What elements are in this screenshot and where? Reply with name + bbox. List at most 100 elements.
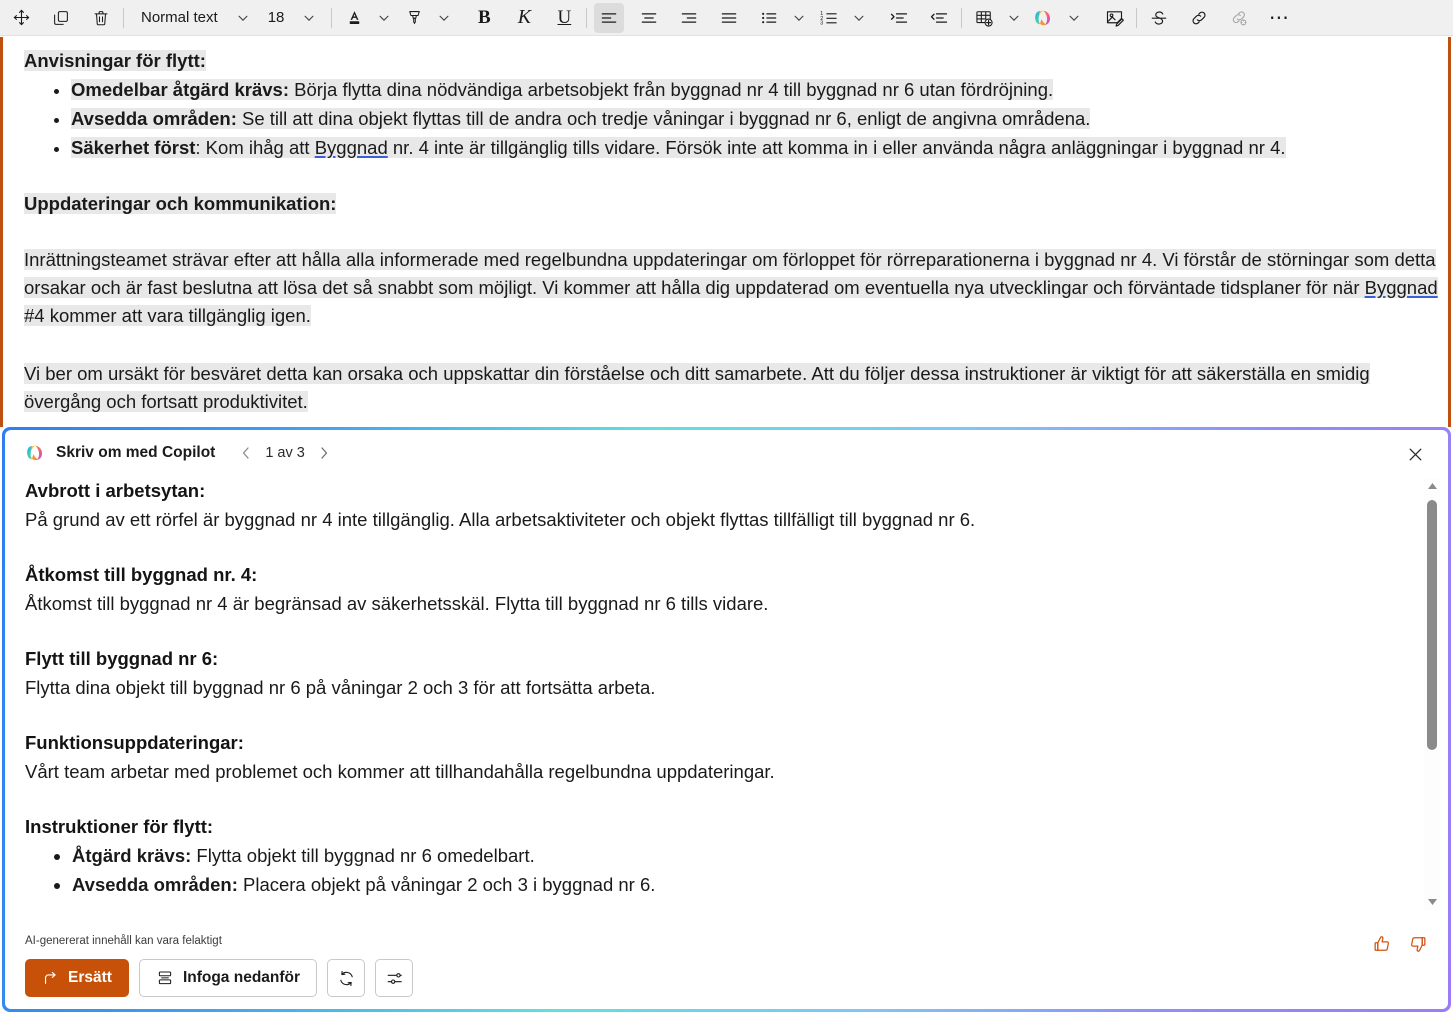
- doc-paragraph-1: Inrättningsteamet strävar efter att håll…: [24, 246, 1441, 330]
- underline-label: U: [557, 6, 572, 28]
- doc-spacer: [24, 162, 1441, 190]
- list-item-text: Börja flytta dina nödvändiga arbetsobjek…: [288, 79, 1054, 100]
- thumbs-up-icon[interactable]: [1372, 934, 1392, 954]
- doc-heading-2-text: Uppdateringar och kommunikation:: [24, 193, 337, 214]
- suggestion-block: Funktionsuppdateringar: Vårt team arbeta…: [25, 728, 1398, 786]
- close-panel-button[interactable]: [1402, 441, 1428, 467]
- next-suggestion-button[interactable]: [311, 440, 337, 466]
- font-size-dropdown[interactable]: 18: [258, 3, 295, 33]
- delete-button[interactable]: [86, 3, 116, 33]
- font-color-icon: [345, 8, 364, 27]
- move-icon: [12, 8, 31, 27]
- indent-increase-button[interactable]: [884, 3, 914, 33]
- suggestion-text: Åtkomst till byggnad nr 4 är begränsad a…: [25, 593, 769, 614]
- font-size-chevron[interactable]: [294, 3, 324, 33]
- list-item-text: : Kom ihåg att: [195, 137, 315, 158]
- suggestion-block: Åtkomst till byggnad nr. 4: Åtkomst till…: [25, 560, 1398, 618]
- highlight-button[interactable]: [399, 3, 429, 33]
- list-item: Åtgärd krävs: Flytta objekt till byggnad…: [72, 841, 1398, 870]
- doc-link-byggnad[interactable]: Byggnad: [1365, 277, 1438, 298]
- numbered-list-button[interactable]: 1 2 3: [814, 3, 844, 33]
- list-item-bold: Åtgärd krävs:: [72, 845, 192, 866]
- copilot-chevron[interactable]: [1059, 3, 1089, 33]
- list-item-bold: Omedelbar åtgärd krävs:: [71, 79, 289, 100]
- numbered-list-chevron[interactable]: [844, 3, 874, 33]
- align-justify-button[interactable]: [714, 3, 744, 33]
- suggestion-bullet-list: Åtgärd krävs: Flytta objekt till byggnad…: [25, 841, 1398, 899]
- thumbs-down-icon[interactable]: [1408, 934, 1428, 954]
- list-item: Avsedda områden: Se till att dina objekt…: [71, 104, 1441, 133]
- settings-button[interactable]: [375, 959, 414, 997]
- doc-spacer: [24, 218, 1441, 246]
- doc-heading-1: Anvisningar för flytt:: [24, 47, 1441, 75]
- list-item-bold: Avsedda områden:: [71, 108, 237, 129]
- document-canvas[interactable]: Anvisningar för flytt: Omedelbar åtgärd …: [0, 37, 1453, 427]
- chevron-right-icon: [316, 445, 332, 461]
- regenerate-button[interactable]: [327, 959, 366, 997]
- doc-paragraph-1-text-a: Inrättningsteamet strävar efter att håll…: [24, 249, 1436, 298]
- list-item-text: nr. 4 inte är tillgänglig tills vidare. …: [387, 137, 1286, 158]
- strikethrough-icon: [1149, 8, 1169, 28]
- insert-below-button-label: Infoga nedanför: [182, 969, 301, 986]
- bullet-list-button[interactable]: [754, 3, 784, 33]
- font-color-button[interactable]: [339, 3, 369, 33]
- move-handle-button[interactable]: [6, 3, 36, 33]
- scroll-up-button[interactable]: [1424, 478, 1440, 494]
- previous-suggestion-button[interactable]: [233, 440, 259, 466]
- toolbar-divider-1: [123, 7, 124, 28]
- remove-link-button[interactable]: [1224, 3, 1254, 33]
- suggestion-heading: Flytt till byggnad nr 6:: [25, 648, 219, 669]
- more-options-button[interactable]: ⋯: [1264, 3, 1294, 33]
- align-right-icon: [679, 8, 699, 28]
- remove-link-icon: [1229, 8, 1249, 28]
- formatting-toolbar: Normal text 18 B K U 1 2 3 ⋯: [0, 0, 1453, 36]
- copilot-toolbar-button[interactable]: [1029, 3, 1059, 33]
- trash-icon: [92, 9, 110, 27]
- font-color-chevron[interactable]: [369, 3, 399, 33]
- align-center-button[interactable]: [634, 3, 664, 33]
- replace-button[interactable]: Ersätt: [25, 959, 129, 997]
- scroll-down-button[interactable]: [1424, 894, 1440, 910]
- replace-arrow-icon: [42, 970, 59, 987]
- chevron-down-icon: [437, 11, 451, 25]
- copy-button[interactable]: [46, 3, 76, 33]
- underline-button[interactable]: U: [549, 3, 579, 33]
- copilot-rewrite-panel: Skriv om med Copilot 1 av 3 Avbrott i ar…: [2, 427, 1451, 1012]
- italic-button[interactable]: K: [509, 3, 539, 33]
- align-left-button[interactable]: [594, 2, 625, 33]
- paragraph-style-chevron[interactable]: [228, 3, 258, 33]
- bold-label: B: [478, 6, 491, 28]
- doc-spacer: [24, 332, 1441, 360]
- insert-table-chevron[interactable]: [999, 3, 1029, 33]
- highlight-chevron[interactable]: [429, 3, 459, 33]
- insert-image-button[interactable]: [1099, 3, 1129, 33]
- doc-paragraph-2-text: Vi ber om ursäkt för besväret detta kan …: [24, 363, 1370, 412]
- more-options-icon: ⋯: [1268, 6, 1290, 29]
- suggestion-heading: Avbrott i arbetsytan:: [25, 480, 206, 501]
- insert-table-button[interactable]: [969, 3, 999, 33]
- indent-decrease-button[interactable]: [924, 3, 954, 33]
- list-item: Avsedda områden: Placera objekt på vånin…: [72, 870, 1398, 899]
- doc-heading-1-text: Anvisningar för flytt:: [24, 50, 206, 71]
- suggestion-text: På grund av ett rörfel är byggnad nr 4 i…: [25, 509, 976, 530]
- chevron-down-icon: [852, 11, 866, 25]
- list-item: Säkerhet först: Kom ihåg att Byggnad nr.…: [71, 133, 1441, 162]
- doc-link-byggnad[interactable]: Byggnad: [315, 137, 388, 158]
- insert-link-button[interactable]: [1184, 3, 1214, 33]
- copilot-suggestion-body: Avbrott i arbetsytan: På grund av ett rö…: [5, 476, 1448, 914]
- scrollbar-thumb[interactable]: [1427, 500, 1437, 750]
- align-right-button[interactable]: [674, 3, 704, 33]
- indent-increase-icon: [889, 8, 909, 28]
- caret-up-icon: [1427, 482, 1438, 490]
- copilot-scrollbar[interactable]: [1424, 478, 1440, 910]
- bullet-list-chevron[interactable]: [784, 3, 814, 33]
- list-item: Omedelbar åtgärd krävs: Börja flytta din…: [71, 75, 1441, 104]
- paragraph-style-dropdown[interactable]: Normal text: [131, 3, 228, 33]
- copilot-icon: [1033, 7, 1055, 29]
- bold-button[interactable]: B: [469, 3, 499, 33]
- strikethrough-button[interactable]: [1144, 3, 1174, 33]
- doc-paragraph-2: Vi ber om ursäkt för besväret detta kan …: [24, 360, 1441, 416]
- list-item-bold: Säkerhet först: [71, 137, 196, 158]
- insert-below-icon: [156, 969, 174, 987]
- insert-below-button[interactable]: Infoga nedanför: [138, 959, 318, 997]
